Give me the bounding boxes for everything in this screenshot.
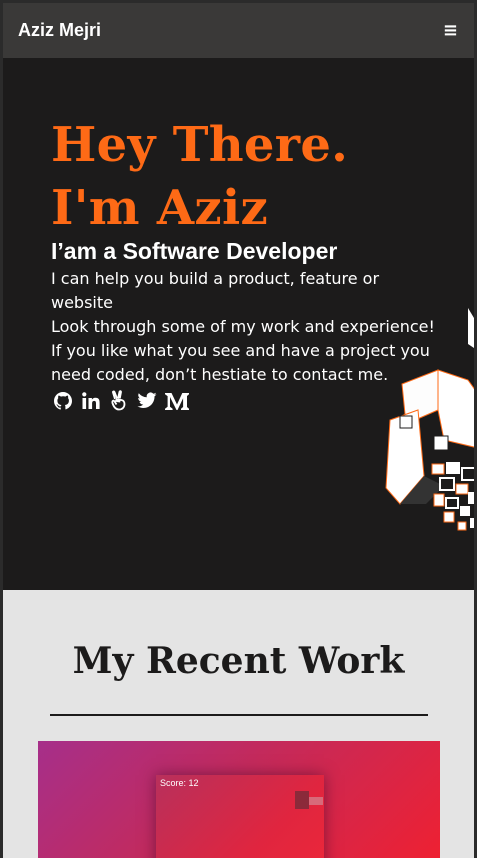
- social-links: [52, 389, 190, 413]
- game-block: [295, 791, 309, 809]
- decorative-geometric-art: [385, 308, 474, 531]
- navbar: Aziz Mejri ≡: [3, 3, 474, 58]
- recent-work-section: My Recent Work Score: 12: [3, 590, 474, 858]
- github-icon[interactable]: [52, 389, 74, 413]
- hero-section: Hey There. I'm Aziz I’am a Software Deve…: [3, 58, 474, 590]
- angellist-icon[interactable]: [108, 389, 130, 413]
- twitter-icon[interactable]: [136, 389, 158, 413]
- section-title: My Recent Work: [72, 640, 405, 682]
- hero-subtitle: I’am a Software Developer: [51, 238, 338, 264]
- medium-icon[interactable]: [164, 389, 190, 413]
- linkedin-icon[interactable]: [80, 389, 102, 413]
- greeting-line-2: I'm Aziz: [51, 180, 269, 236]
- hero-greeting: Hey There. I'm Aziz: [51, 114, 348, 240]
- greeting-line-1: Hey There.: [51, 117, 349, 173]
- brand-name[interactable]: Aziz Mejri: [18, 20, 101, 41]
- hamburger-icon[interactable]: ≡: [443, 21, 458, 40]
- game-score: Score: 12: [160, 778, 199, 788]
- page-frame: Aziz Mejri ≡ Hey There. I'm Aziz I’am a …: [3, 3, 474, 858]
- game-preview: Score: 12: [156, 775, 324, 858]
- section-divider: [50, 714, 428, 716]
- project-card[interactable]: Score: 12: [38, 741, 440, 858]
- game-block: [309, 797, 323, 805]
